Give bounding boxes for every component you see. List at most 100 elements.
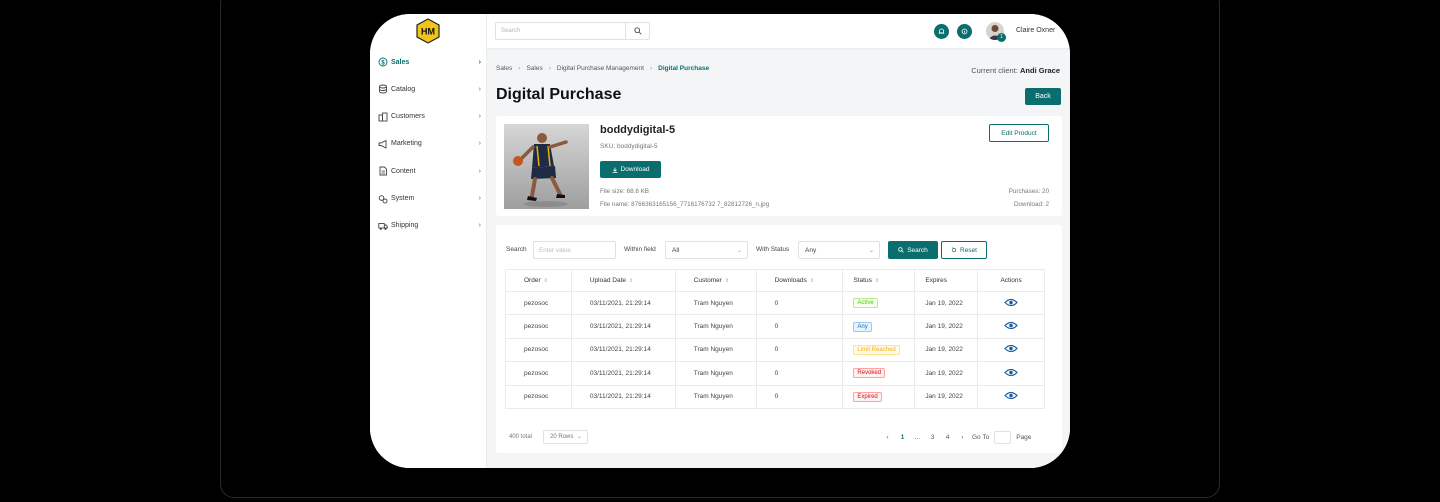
product-sku: SKU: boddydigital-5 <box>600 143 658 150</box>
sidebar-item-marketing[interactable]: Marketing › <box>378 136 481 152</box>
cell-upload-date: 03/11/2021, 21:29:14 <box>570 337 676 363</box>
filter-reset-label: Reset <box>960 246 977 254</box>
column-header-downloads[interactable]: Downloads ⇕ <box>755 269 844 292</box>
chevron-down-icon: ⌄ <box>736 248 742 254</box>
rows-per-page-value: 20 Rows <box>550 434 574 440</box>
sidebar-item-customers[interactable]: Customers › <box>378 109 481 125</box>
sidebar-item-sales[interactable]: $ Sales › <box>378 54 481 70</box>
view-eye-icon[interactable] <box>1004 321 1018 330</box>
download-button[interactable]: Download <box>600 161 661 178</box>
brand-logo[interactable]: HM <box>416 18 440 44</box>
prev-page-icon[interactable]: ‹ <box>880 434 895 441</box>
page-title: Digital Purchase <box>496 86 622 103</box>
info-icon <box>961 28 968 35</box>
cell-actions <box>977 337 1045 363</box>
next-page-icon[interactable]: › <box>955 434 970 441</box>
cell-expires: Jan 19, 2022 <box>914 314 979 339</box>
within-field-select[interactable]: All ⌄ <box>665 241 748 259</box>
back-button[interactable]: Back <box>1025 88 1061 105</box>
sidebar-item-system[interactable]: System › <box>378 191 481 207</box>
edit-product-button[interactable]: Edit Product <box>989 124 1049 142</box>
database-icon <box>378 84 388 94</box>
global-search-input[interactable]: Search <box>496 23 625 39</box>
cell-order[interactable]: pezosoc <box>505 314 572 339</box>
user-name[interactable]: Claire Oxner <box>1016 27 1055 34</box>
cell-customer: Tram Nguyen <box>674 384 757 409</box>
search-icon <box>898 247 904 253</box>
view-eye-icon[interactable] <box>1004 368 1018 377</box>
cell-expires: Jan 19, 2022 <box>914 361 979 386</box>
filter-search-label: Search <box>907 246 928 254</box>
cell-order[interactable]: pezosoc <box>505 337 572 363</box>
breadcrumb-item[interactable]: Digital Purchase Management <box>557 65 644 72</box>
sort-icon[interactable]: ⇕ <box>629 278 633 284</box>
cell-status: Revoked <box>842 361 916 386</box>
current-client-name: Andi Grace <box>1019 66 1060 75</box>
view-eye-icon[interactable] <box>1004 344 1018 353</box>
sidebar-item-label: Catalog <box>391 85 416 93</box>
column-header-order[interactable]: Order ⇕ <box>505 269 572 292</box>
help-button[interactable] <box>957 24 972 39</box>
page-4[interactable]: 4 <box>940 434 955 441</box>
avatar-badge: 1 <box>997 33 1006 42</box>
search-filter-label: Search <box>506 246 527 253</box>
sort-icon[interactable]: ⇕ <box>544 278 548 284</box>
cell-order[interactable]: pezosoc <box>505 290 572 316</box>
sidebar-item-shipping[interactable]: Shipping › <box>378 218 481 234</box>
cell-downloads: 0 <box>755 314 844 339</box>
product-image <box>504 124 589 209</box>
cell-upload-date: 03/11/2021, 21:29:14 <box>570 314 676 339</box>
cell-downloads: 0 <box>755 337 844 363</box>
cell-expires: Jan 19, 2022 <box>914 337 979 363</box>
sidebar-item-content[interactable]: Content › <box>378 163 481 179</box>
goto-page-input[interactable] <box>994 430 1012 444</box>
page-1[interactable]: 1 <box>895 434 910 441</box>
chevron-down-icon: ⌄ <box>576 434 582 440</box>
cell-actions <box>977 314 1045 339</box>
column-header-customer[interactable]: Customer ⇕ <box>674 269 757 292</box>
total-count: 400 total <box>509 434 533 440</box>
filter-reset-button[interactable]: Reset <box>941 241 987 259</box>
table-row: pezosoc 03/11/2021, 21:29:14 Tram Nguyen 0 A… <box>505 290 1045 316</box>
column-header-status[interactable]: Status ⇕ <box>842 269 916 292</box>
cell-status: Expired <box>842 384 916 409</box>
breadcrumb: Sales › Sales › Digital Purchase Managem… <box>496 65 709 72</box>
document-icon <box>378 166 388 176</box>
cell-order[interactable]: pezosoc <box>505 384 572 409</box>
breadcrumb-item[interactable]: Sales <box>496 65 512 72</box>
sidebar-item-catalog[interactable]: Catalog › <box>378 81 481 97</box>
global-search[interactable]: Search <box>495 22 650 40</box>
cell-status: Limit Reached <box>842 337 916 363</box>
goto-label: Go To <box>972 433 990 441</box>
view-eye-icon[interactable] <box>1004 391 1018 400</box>
page-3[interactable]: 3 <box>925 434 940 441</box>
sidebar-item-label: System <box>391 195 415 202</box>
chevron-right-icon: › <box>478 85 481 93</box>
cell-actions <box>977 384 1045 409</box>
search-button[interactable] <box>625 23 649 39</box>
chevron-down-icon: ⌄ <box>868 248 874 254</box>
status-badge: Limit Reached <box>853 344 900 355</box>
with-status-value: Any <box>805 247 817 254</box>
chevron-right-icon: › <box>478 167 481 175</box>
cell-upload-date: 03/11/2021, 21:29:14 <box>570 361 676 386</box>
with-status-select[interactable]: Any ⌄ <box>798 241 880 259</box>
purchases-table-card: Search Enter value Within field All ⌄ Wi… <box>496 225 1062 453</box>
chevron-right-icon: › <box>478 195 481 202</box>
sort-icon[interactable]: ⇕ <box>725 278 729 284</box>
cell-customer: Tram Nguyen <box>674 314 757 339</box>
truck-icon <box>378 221 388 231</box>
cell-order[interactable]: pezosoc <box>505 361 572 386</box>
page-ellipsis[interactable]: ... <box>910 434 925 441</box>
sort-icon[interactable]: ⇕ <box>810 278 814 284</box>
cell-upload-date: 03/11/2021, 21:29:14 <box>570 384 676 409</box>
column-header-upload-date[interactable]: Upload Date ⇕ <box>570 269 676 292</box>
sort-icon[interactable]: ⇕ <box>875 278 879 284</box>
view-eye-icon[interactable] <box>1004 298 1018 307</box>
notification-button[interactable] <box>934 24 949 39</box>
filter-search-button[interactable]: Search <box>888 241 938 259</box>
search-filter-input[interactable]: Enter value <box>533 241 616 259</box>
rows-per-page-select[interactable]: 20 Rows ⌄ <box>543 430 588 444</box>
bell-icon <box>938 28 945 34</box>
breadcrumb-item[interactable]: Sales <box>526 65 542 72</box>
